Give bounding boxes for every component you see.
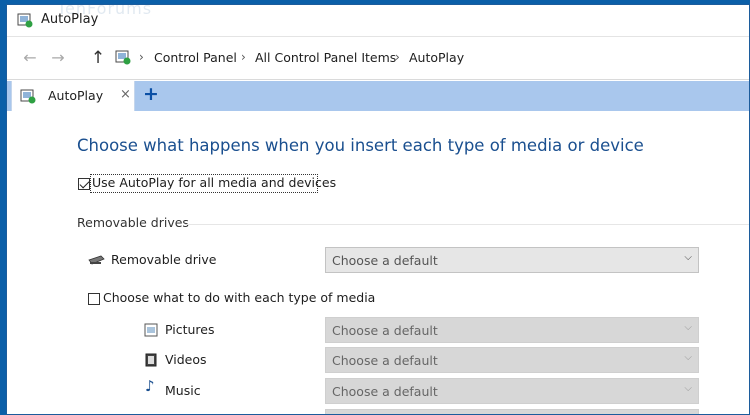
music-value: Choose a default: [332, 384, 438, 399]
chevron-down-icon: ⌵: [684, 252, 692, 263]
music-select[interactable]: Choose a default ⌵: [325, 378, 699, 404]
title-bar[interactable]: TenForums AutoPlay: [7, 5, 749, 37]
use-autoplay-label[interactable]: Use AutoPlay for all media and devices: [92, 175, 336, 190]
pictures-icon: [144, 323, 158, 337]
back-arrow-icon[interactable]: ←: [19, 47, 41, 69]
breadcrumb-autoplay[interactable]: AutoPlay: [409, 50, 464, 65]
removable-drive-icon: [88, 255, 105, 265]
tab-strip: AutoPlay × +: [7, 81, 749, 111]
forward-arrow-icon[interactable]: →: [47, 47, 69, 69]
pictures-label: Pictures: [165, 322, 215, 337]
music-icon: ♪: [145, 377, 155, 395]
breadcrumb-separator-icon[interactable]: ›: [241, 50, 246, 64]
videos-icon: [145, 353, 157, 367]
music-label: Music: [165, 383, 201, 398]
videos-select[interactable]: Choose a default ⌵: [325, 347, 699, 373]
autoplay-window-icon: [17, 13, 33, 28]
per-media-label[interactable]: Choose what to do with each type of medi…: [103, 290, 375, 305]
tab-autoplay[interactable]: AutoPlay ×: [11, 81, 135, 111]
new-tab-button[interactable]: +: [143, 83, 159, 105]
removable-drive-select[interactable]: Choose a default ⌵: [325, 247, 699, 273]
chevron-down-icon: ⌵: [684, 383, 692, 394]
use-autoplay-checkbox[interactable]: [78, 178, 90, 190]
breadcrumb-separator-icon[interactable]: ›: [139, 50, 144, 64]
videos-label: Videos: [165, 352, 207, 367]
close-tab-icon[interactable]: ×: [120, 87, 131, 102]
section-divider: [185, 224, 749, 225]
up-arrow-icon[interactable]: ↑: [87, 47, 109, 69]
autoplay-tab-icon: [20, 89, 36, 104]
breadcrumb-separator-icon[interactable]: ›: [395, 50, 400, 64]
breadcrumb-all-items[interactable]: All Control Panel Items: [255, 50, 396, 65]
next-media-select[interactable]: [325, 409, 699, 414]
videos-value: Choose a default: [332, 353, 438, 368]
main-content: Choose what happens when you insert each…: [7, 111, 749, 414]
pictures-value: Choose a default: [332, 323, 438, 338]
autoplay-window: TenForums AutoPlay ← → ↑ › Control Panel…: [6, 4, 750, 415]
chevron-down-icon: ⌵: [684, 352, 692, 363]
breadcrumb-control-panel[interactable]: Control Panel: [154, 50, 237, 65]
per-media-checkbox[interactable]: [88, 293, 100, 305]
section-removable-drives: Removable drives: [77, 215, 189, 230]
removable-drive-label: Removable drive: [111, 252, 217, 267]
control-panel-icon: [115, 50, 131, 65]
window-title: AutoPlay: [41, 12, 99, 27]
tab-label: AutoPlay: [48, 88, 104, 103]
page-heading: Choose what happens when you insert each…: [77, 136, 644, 155]
chevron-down-icon: ⌵: [684, 322, 692, 333]
removable-drive-value: Choose a default: [332, 253, 438, 268]
navigation-bar: ← → ↑ › Control Panel › All Control Pane…: [7, 38, 749, 80]
pictures-select[interactable]: Choose a default ⌵: [325, 317, 699, 343]
